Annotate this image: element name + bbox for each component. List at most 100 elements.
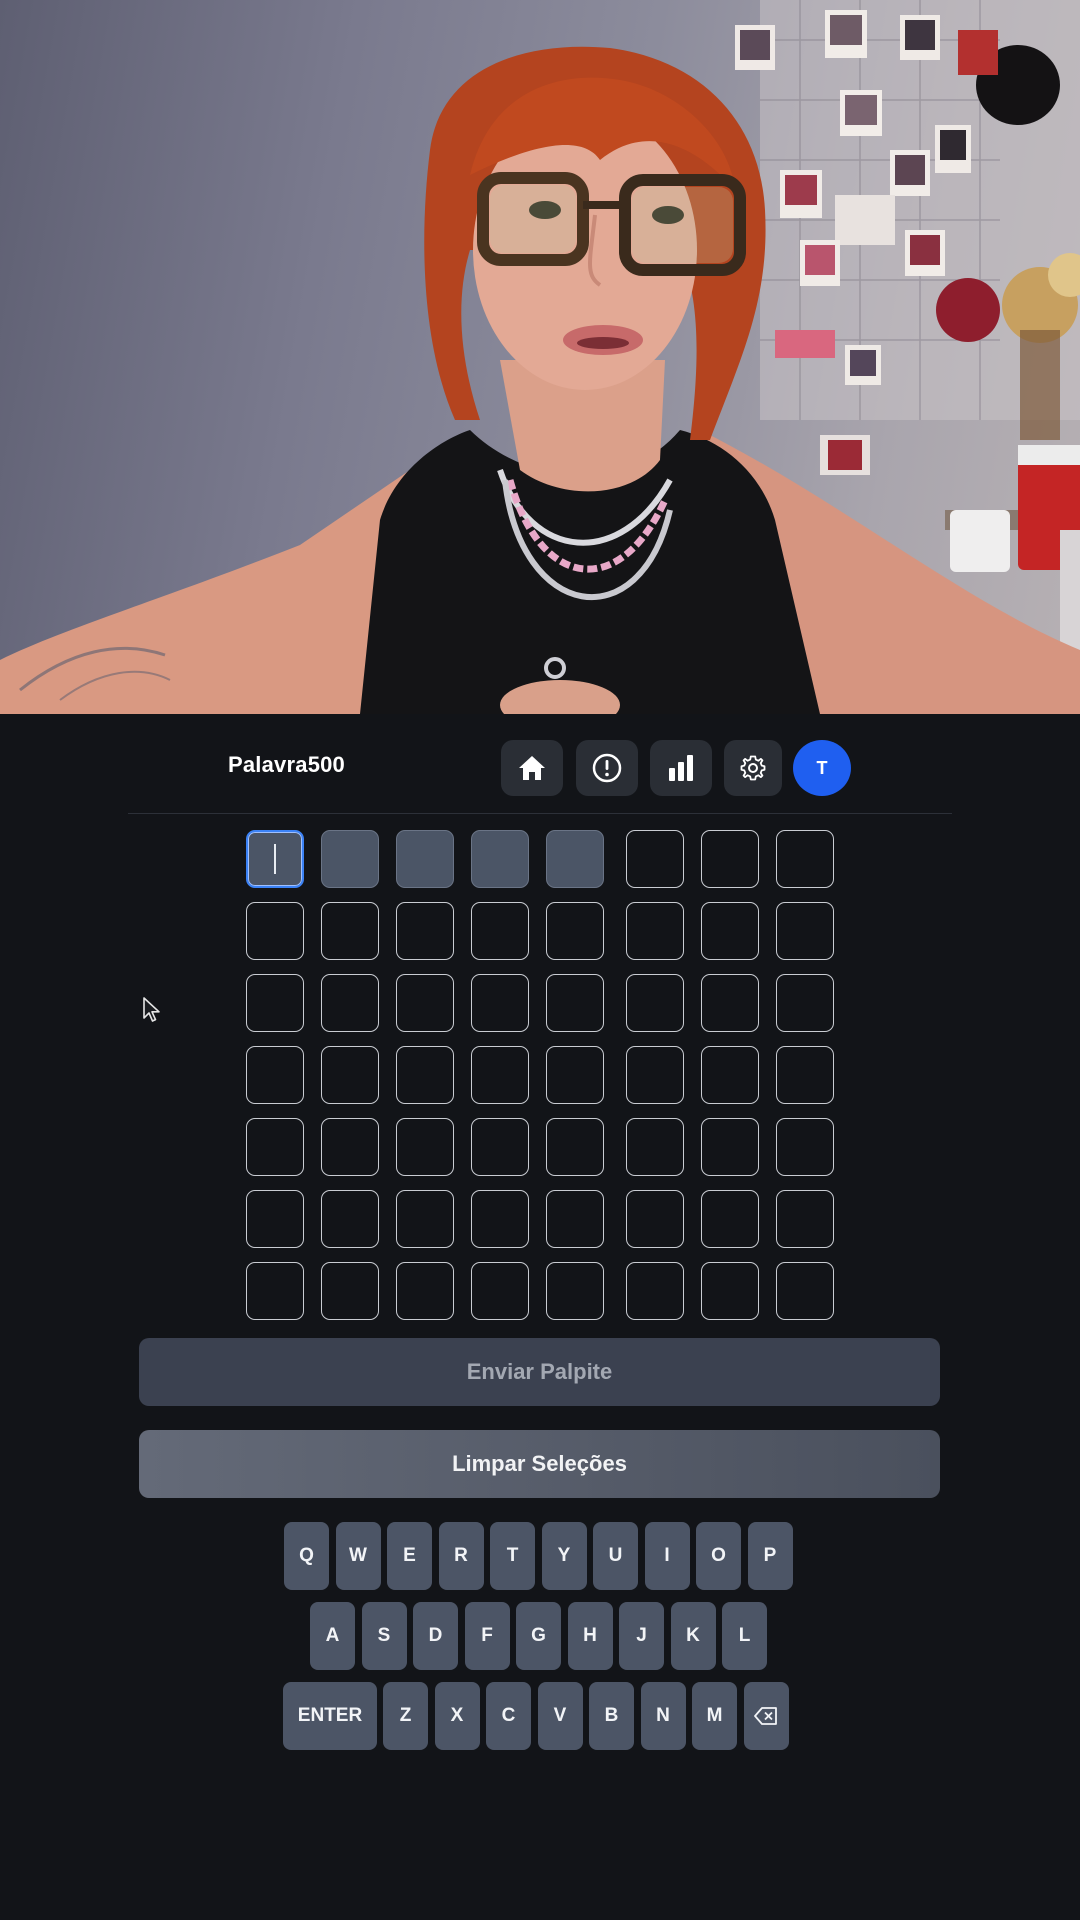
key-n[interactable]: N (640, 1682, 686, 1750)
grid-cell[interactable] (776, 974, 834, 1032)
key-y[interactable]: Y (541, 1522, 587, 1590)
grid-cell[interactable] (396, 1046, 454, 1104)
key-f[interactable]: F (464, 1602, 510, 1670)
grid-cell[interactable] (246, 1046, 304, 1104)
grid-cell[interactable] (546, 1118, 604, 1176)
key-t[interactable]: T (490, 1522, 535, 1590)
grid-cell[interactable] (321, 830, 379, 888)
info-button[interactable] (576, 740, 638, 796)
grid-cell[interactable] (776, 902, 834, 960)
grid-cell[interactable] (776, 830, 834, 888)
key-a[interactable]: A (310, 1602, 355, 1670)
key-k[interactable]: K (670, 1602, 716, 1670)
grid-cell[interactable] (626, 1118, 684, 1176)
stats-button[interactable] (650, 740, 712, 796)
key-x[interactable]: X (434, 1682, 480, 1750)
grid-cell[interactable] (321, 902, 379, 960)
grid-cell[interactable] (321, 1262, 379, 1320)
user-avatar-button[interactable]: T (793, 740, 851, 796)
key-c[interactable]: C (486, 1682, 531, 1750)
grid-cell[interactable] (701, 1190, 759, 1248)
grid-cell[interactable] (471, 974, 529, 1032)
grid-cell[interactable] (546, 1190, 604, 1248)
video-frame (0, 0, 1080, 714)
grid-cell[interactable] (776, 1262, 834, 1320)
grid-cell[interactable] (321, 1118, 379, 1176)
settings-button[interactable] (724, 740, 782, 796)
grid-cell[interactable] (396, 1190, 454, 1248)
grid-cell[interactable] (626, 974, 684, 1032)
grid-cell[interactable] (471, 1046, 529, 1104)
grid-cell[interactable] (546, 974, 604, 1032)
grid-cell[interactable] (701, 1118, 759, 1176)
key-w[interactable]: W (335, 1522, 381, 1590)
grid-cell[interactable] (546, 1046, 604, 1104)
backspace-icon (754, 1707, 777, 1725)
grid-cell[interactable] (396, 902, 454, 960)
key-p[interactable]: P (747, 1522, 793, 1590)
key-j[interactable]: J (619, 1602, 664, 1670)
header-divider (128, 813, 952, 814)
grid-cell[interactable] (701, 902, 759, 960)
clear-selections-button[interactable]: Limpar Seleções (139, 1430, 940, 1498)
grid-cell[interactable] (471, 902, 529, 960)
key-m[interactable]: M (692, 1682, 737, 1750)
grid-cell[interactable] (321, 974, 379, 1032)
grid-cell[interactable] (701, 974, 759, 1032)
grid-cell[interactable] (626, 1262, 684, 1320)
key-l[interactable]: L (722, 1602, 767, 1670)
grid-cell[interactable] (546, 1262, 604, 1320)
grid-cell[interactable] (246, 902, 304, 960)
grid-cell[interactable] (701, 1046, 759, 1104)
gear-icon (740, 755, 766, 781)
grid-cell[interactable] (471, 1190, 529, 1248)
grid-cell[interactable] (246, 1118, 304, 1176)
bar-chart-icon (669, 755, 693, 781)
grid-cell[interactable] (626, 902, 684, 960)
key-r[interactable]: R (438, 1522, 484, 1590)
text-caret (274, 844, 276, 874)
key-s[interactable]: S (361, 1602, 407, 1670)
grid-cell[interactable] (776, 1118, 834, 1176)
grid-cell[interactable] (546, 902, 604, 960)
grid-cell[interactable] (701, 830, 759, 888)
grid-cell[interactable] (701, 1262, 759, 1320)
grid-cell[interactable] (626, 830, 684, 888)
grid-cell[interactable] (626, 1190, 684, 1248)
key-h[interactable]: H (567, 1602, 613, 1670)
grid-cell[interactable] (246, 830, 304, 888)
grid-cell[interactable] (776, 1046, 834, 1104)
mouse-cursor-icon (143, 997, 160, 1022)
grid-cell[interactable] (246, 1190, 304, 1248)
key-z[interactable]: Z (383, 1682, 428, 1750)
grid-cell[interactable] (396, 1262, 454, 1320)
key-i[interactable]: I (644, 1522, 690, 1590)
grid-cell[interactable] (246, 974, 304, 1032)
grid-cell[interactable] (396, 974, 454, 1032)
key-o[interactable]: O (696, 1522, 741, 1590)
webcam-video (0, 0, 1080, 714)
grid-cell[interactable] (776, 1190, 834, 1248)
grid-cell[interactable] (471, 1262, 529, 1320)
grid-cell[interactable] (396, 830, 454, 888)
key-b[interactable]: B (589, 1682, 634, 1750)
grid-cell[interactable] (396, 1118, 454, 1176)
key-backspace[interactable] (743, 1682, 789, 1750)
grid-cell[interactable] (471, 1118, 529, 1176)
home-button[interactable] (501, 740, 563, 796)
key-d[interactable]: D (413, 1602, 458, 1670)
grid-cell[interactable] (546, 830, 604, 888)
grid-cell[interactable] (321, 1190, 379, 1248)
key-g[interactable]: G (516, 1602, 561, 1670)
grid-cell[interactable] (321, 1046, 379, 1104)
key-q[interactable]: Q (284, 1522, 329, 1590)
key-enter[interactable]: ENTER (283, 1682, 377, 1750)
home-icon (519, 756, 545, 780)
key-v[interactable]: V (537, 1682, 583, 1750)
key-u[interactable]: U (593, 1522, 638, 1590)
grid-cell[interactable] (626, 1046, 684, 1104)
submit-guess-button[interactable]: Enviar Palpite (139, 1338, 940, 1406)
grid-cell[interactable] (246, 1262, 304, 1320)
grid-cell[interactable] (471, 830, 529, 888)
key-e[interactable]: E (387, 1522, 432, 1590)
